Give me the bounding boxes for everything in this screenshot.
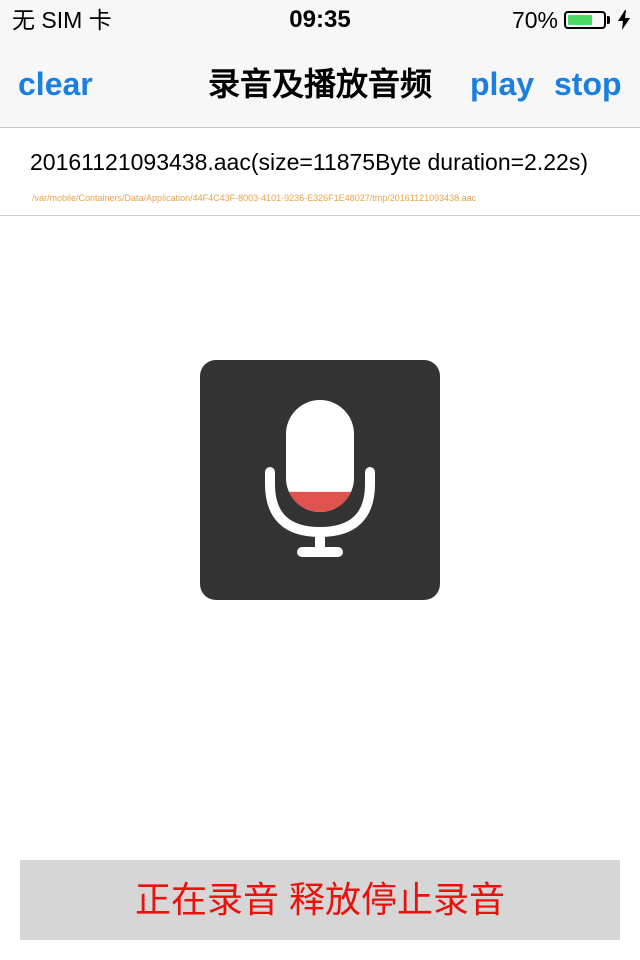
status-bar: 无 SIM 卡 09:35 70% <box>0 0 640 40</box>
file-info-label: 20161121093438.aac(size=11875Byte durati… <box>30 149 588 175</box>
recording-indicator <box>200 360 440 600</box>
recording-file-item[interactable]: 20161121093438.aac(size=11875Byte durati… <box>0 128 640 216</box>
navigation-header: 无 SIM 卡 09:35 70% clear 录音及播放音频 play sto… <box>0 0 640 128</box>
battery-level-fill <box>568 15 592 25</box>
hold-to-record-button[interactable]: 正在录音 释放停止录音 <box>20 860 620 940</box>
microphone-icon <box>265 400 375 557</box>
battery-icon <box>564 11 606 29</box>
play-button[interactable]: play <box>470 64 534 104</box>
battery-percent: 70% <box>511 7 558 33</box>
clear-button[interactable]: clear <box>18 64 93 104</box>
lightning-bolt-icon <box>618 10 630 30</box>
page-title: 录音及播放音频 <box>207 66 432 102</box>
microphone-level-fill <box>286 491 354 512</box>
file-path-label: /var/mobile/Containers/Data/Application/… <box>32 193 477 203</box>
stop-button[interactable]: stop <box>554 64 622 104</box>
battery-tip <box>607 16 610 24</box>
